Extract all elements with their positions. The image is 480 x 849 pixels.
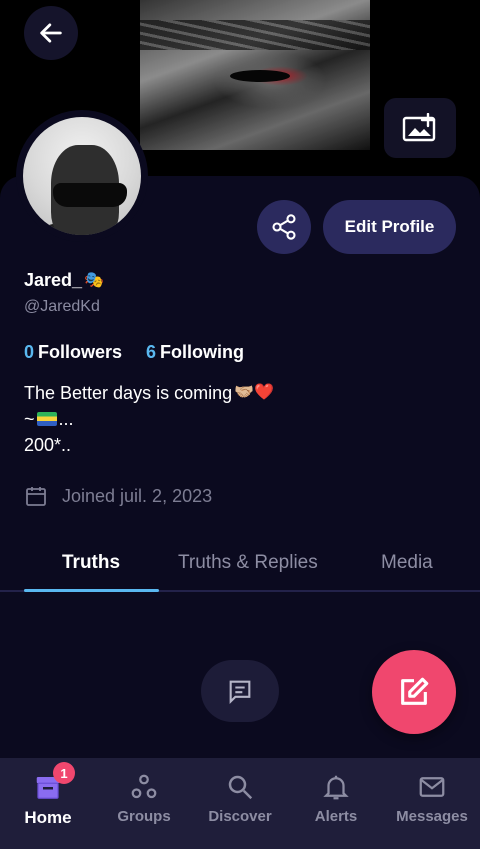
- search-icon: [228, 775, 253, 800]
- groups-icon: [131, 774, 157, 799]
- tab-truths[interactable]: Truths: [62, 552, 120, 574]
- home-badge: 1: [53, 762, 75, 784]
- nav-groups-label: Groups: [117, 808, 171, 825]
- bio-line-1: The Better days is coming: [24, 383, 233, 403]
- bell-icon: [323, 775, 349, 800]
- nav-messages-label: Messages: [396, 808, 468, 825]
- name-emoji: 🎭: [84, 271, 104, 289]
- nav-discover[interactable]: Discover: [192, 758, 288, 849]
- share-icon: [272, 214, 296, 240]
- edit-profile-button[interactable]: Edit Profile: [323, 200, 456, 254]
- bio-emoji: 🤝🏼❤️: [234, 384, 274, 401]
- share-button[interactable]: [257, 200, 311, 254]
- follow-stats: 0 Followers 6 Following: [24, 342, 244, 363]
- avatar[interactable]: [16, 110, 148, 242]
- followers-count: 0: [24, 342, 35, 362]
- following-link[interactable]: 6 Following: [146, 342, 244, 363]
- joined-text: Joined juil. 2, 2023: [62, 485, 213, 506]
- bio-line-3: 200*..: [24, 435, 72, 455]
- mail-icon: [419, 777, 445, 797]
- back-button[interactable]: [24, 6, 78, 60]
- nav-groups[interactable]: Groups: [96, 758, 192, 849]
- gabon-flag-icon: [36, 412, 57, 426]
- calendar-icon: [26, 487, 46, 506]
- comment-icon: [229, 680, 251, 705]
- nav-discover-label: Discover: [208, 808, 272, 825]
- arrow-left-icon: [40, 23, 62, 43]
- bio-line-2-suffix: ...: [58, 409, 74, 429]
- change-banner-button[interactable]: [384, 98, 456, 158]
- nav-alerts-label: Alerts: [314, 808, 358, 825]
- compose-icon: [401, 677, 429, 705]
- profile-bio: The Better days is coming 🤝🏼❤️ ~ ... 200…: [24, 380, 274, 458]
- banner-image: [140, 0, 370, 150]
- profile-name-text: Jared_: [24, 270, 83, 290]
- profile-name: Jared_ 🎭: [24, 270, 104, 291]
- bio-line-2-prefix: ~: [24, 409, 35, 429]
- nav-home-label: Home: [24, 808, 72, 827]
- following-count: 6: [146, 342, 157, 362]
- following-label: Following: [160, 342, 245, 362]
- tab-media[interactable]: Media: [381, 552, 433, 574]
- profile-tabs: Truths Truths & Replies Media: [0, 540, 480, 592]
- nav-alerts[interactable]: Alerts: [288, 758, 384, 849]
- profile-handle: @JaredKd: [24, 298, 100, 315]
- active-tab-indicator: [24, 589, 159, 592]
- nav-messages[interactable]: Messages: [384, 758, 480, 849]
- followers-label: Followers: [38, 342, 123, 362]
- tab-truths-replies[interactable]: Truths & Replies: [178, 552, 318, 574]
- bottom-nav: 1 Home Groups Discover Alerts Messages: [0, 758, 480, 849]
- compose-button[interactable]: [372, 650, 456, 734]
- joined-date: Joined juil. 2, 2023: [24, 484, 212, 508]
- followers-link[interactable]: 0 Followers: [24, 342, 122, 363]
- add-photo-icon: [402, 113, 436, 142]
- empty-state-icon: [201, 660, 279, 722]
- avatar-image: [23, 117, 141, 235]
- nav-home[interactable]: 1 Home: [0, 758, 96, 849]
